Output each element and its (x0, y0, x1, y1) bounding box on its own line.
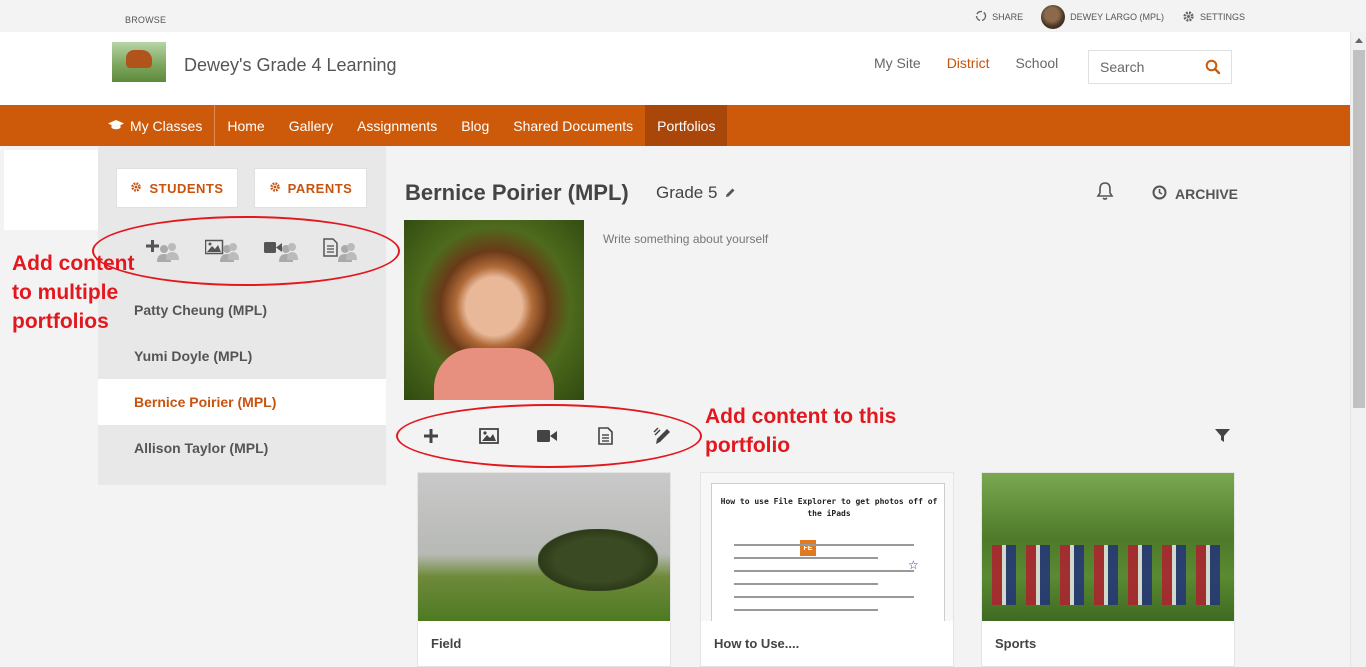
card-thumbnail: How to use File Explorer to get photos o… (701, 473, 953, 621)
parents-button[interactable]: PARENTS (254, 168, 367, 208)
site-logo-image[interactable] (112, 42, 166, 82)
share-label: SHARE (992, 12, 1024, 22)
thumbnail-detail (992, 545, 1227, 605)
portfolio-card[interactable]: How to use File Explorer to get photos o… (700, 472, 954, 667)
nav-my-classes[interactable]: My Classes (97, 105, 216, 146)
nav-portfolios[interactable]: Portfolios (645, 105, 728, 146)
gear-icon (130, 181, 142, 196)
main-nav-bar: My Classes Home Gallery Assignments Blog… (0, 105, 1350, 146)
card-thumbnail (418, 473, 670, 621)
annotation-ellipse (396, 404, 702, 468)
thumbnail-detail (538, 529, 658, 591)
card-title: How to Use.... (714, 636, 800, 651)
nav-shared-documents[interactable]: Shared Documents (501, 105, 645, 146)
site-header: Dewey's Grade 4 Learning My Site Distric… (0, 32, 1350, 105)
archive-label: ARCHIVE (1175, 186, 1239, 202)
main-nav: My Classes Home Gallery Assignments Blog… (97, 105, 728, 146)
about-field[interactable]: Write something about yourself (603, 232, 768, 246)
document-preview-title: How to use File Explorer to get photos o… (720, 497, 938, 518)
document-text-lines (734, 544, 914, 621)
student-profile-photo[interactable] (404, 220, 584, 400)
user-name: DEWEY LARGO (MPL) (1070, 12, 1164, 22)
portfolio-owner-name: Bernice Poirier (MPL) (405, 180, 629, 205)
browse-link[interactable]: BROWSE (125, 15, 166, 25)
students-button[interactable]: STUDENTS (116, 168, 238, 208)
nav-assignments[interactable]: Assignments (345, 105, 449, 146)
card-title: Field (431, 636, 462, 651)
blank-panel (4, 150, 98, 230)
header-nav: My Site District School (874, 55, 1058, 71)
nav-my-site[interactable]: My Site (874, 55, 921, 71)
nav-my-classes-label: My Classes (130, 117, 203, 134)
card-title: Sports (995, 636, 1037, 651)
portfolio-card[interactable]: Sports (981, 472, 1235, 667)
utility-bar: BROWSE SHARE DEWEY LARGO (MPL) SETTINGS (0, 0, 1350, 32)
gear-icon (1182, 10, 1195, 25)
user-menu[interactable]: DEWEY LARGO (MPL) (1041, 5, 1164, 29)
share-button[interactable]: SHARE (975, 10, 1023, 24)
utility-actions: SHARE DEWEY LARGO (MPL) SETTINGS (975, 5, 1245, 29)
archive-button[interactable]: ARCHIVE (1152, 185, 1238, 203)
search-input[interactable] (1100, 59, 1200, 75)
annotation-this-portfolio: Add content to this portfolio (705, 405, 897, 457)
portfolio-card[interactable]: Field (417, 472, 671, 667)
search-box (1088, 50, 1232, 84)
search-icon[interactable] (1205, 59, 1221, 80)
nav-gallery[interactable]: Gallery (277, 105, 345, 146)
graduation-cap-icon (108, 118, 124, 134)
document-preview: How to use File Explorer to get photos o… (711, 483, 945, 621)
photo-detail (434, 348, 554, 400)
nav-school[interactable]: School (1015, 55, 1058, 71)
share-icon (975, 10, 987, 24)
nav-blog[interactable]: Blog (449, 105, 501, 146)
grade-field[interactable]: Grade 5 (656, 183, 736, 203)
settings-button[interactable]: SETTINGS (1182, 10, 1245, 25)
settings-label: SETTINGS (1199, 12, 1245, 22)
parents-button-label: PARENTS (287, 180, 353, 196)
avatar (1041, 5, 1066, 29)
nav-district[interactable]: District (947, 55, 990, 71)
nav-home[interactable]: Home (215, 105, 276, 146)
scroll-up-arrow-icon[interactable] (1355, 38, 1363, 43)
student-item-selected[interactable]: Bernice Poirier (MPL) (98, 379, 386, 425)
scroll-thumb[interactable] (1353, 50, 1365, 408)
student-item[interactable]: Yumi Doyle (MPL) (98, 333, 386, 379)
site-title[interactable]: Dewey's Grade 4 Learning (184, 55, 397, 76)
student-item[interactable]: Allison Taylor (MPL) (98, 425, 386, 471)
gear-icon (269, 181, 281, 196)
card-thumbnail (982, 473, 1234, 621)
page-scrollbar[interactable] (1350, 32, 1366, 667)
students-button-label: STUDENTS (149, 180, 224, 196)
annotation-multiple-portfolios: Add content to multiple portfolios (12, 252, 135, 333)
filter-icon[interactable] (1215, 428, 1230, 448)
bell-icon[interactable] (1096, 181, 1114, 206)
pencil-icon[interactable] (725, 183, 736, 203)
grade-label: Grade 5 (656, 183, 718, 202)
clock-icon (1152, 185, 1167, 203)
